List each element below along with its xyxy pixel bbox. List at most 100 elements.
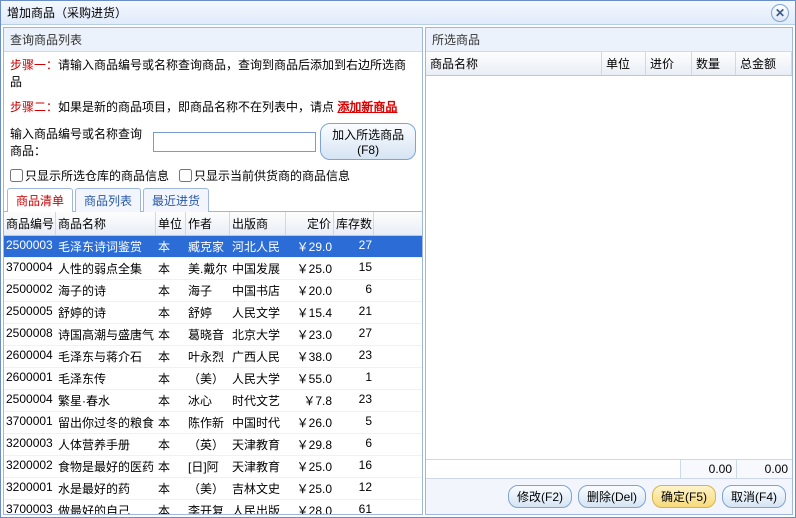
- tab-recent-purchase[interactable]: 最近进货: [143, 188, 209, 212]
- cell-publisher: 人民文学: [230, 302, 286, 323]
- cell-code: 2500002: [4, 280, 56, 301]
- search-input[interactable]: [153, 132, 316, 152]
- cell-code: 3200003: [4, 434, 56, 455]
- cell-stock: 16: [334, 456, 374, 477]
- cell-unit: 本: [156, 434, 186, 455]
- confirm-button[interactable]: 确定(F5): [652, 485, 716, 508]
- step2-label: 步骤二：: [10, 100, 58, 114]
- cell-code: 3700001: [4, 412, 56, 433]
- rcol-qty[interactable]: 数量: [692, 52, 736, 75]
- cell-publisher: 人民出版: [230, 500, 286, 514]
- close-icon: ✕: [775, 6, 785, 20]
- cell-name: 舒婷的诗: [56, 302, 156, 323]
- table-row[interactable]: 2600004毛泽东与蒋介石本叶永烈广西人民￥38.023: [4, 346, 422, 368]
- table-row[interactable]: 2500005舒婷的诗本舒婷人民文学￥15.421: [4, 302, 422, 324]
- cell-author: （英）: [186, 434, 230, 455]
- cell-name: 毛泽东与蒋介石: [56, 346, 156, 367]
- col-stock[interactable]: 库存数: [334, 212, 374, 235]
- table-row[interactable]: 3200002食物是最好的医药本[日]阿天津教育￥25.016: [4, 456, 422, 478]
- cell-stock: 21: [334, 302, 374, 323]
- right-grid-header: 商品名称 单位 进价 数量 总金额: [426, 52, 792, 76]
- cell-author: 冰心: [186, 390, 230, 411]
- search-label: 输入商品编号或名称查询商品：: [10, 125, 149, 159]
- cell-code: 3200001: [4, 478, 56, 499]
- rcol-total[interactable]: 总金额: [736, 52, 792, 75]
- cell-unit: 本: [156, 324, 186, 345]
- cell-publisher: 中国书店: [230, 280, 286, 301]
- cell-code: 2500003: [4, 236, 56, 257]
- col-author[interactable]: 作者: [186, 212, 230, 235]
- tabs: 商品清单 商品列表 最近进货: [4, 187, 422, 212]
- table-row[interactable]: 3200003人体营养手册本（英）天津教育￥29.86: [4, 434, 422, 456]
- cell-unit: 本: [156, 500, 186, 514]
- tab-product-list[interactable]: 商品清单: [7, 188, 73, 212]
- delete-button[interactable]: 删除(Del): [578, 485, 646, 508]
- grid-body[interactable]: 2500003毛泽东诗词鉴赏本臧克家河北人民￥29.0273700004人性的弱…: [4, 236, 422, 514]
- col-name[interactable]: 商品名称: [56, 212, 156, 235]
- cell-name: 毛泽东诗词鉴赏: [56, 236, 156, 257]
- cell-author: 美.戴尔: [186, 258, 230, 279]
- check-supplier-box[interactable]: [179, 169, 192, 182]
- cell-price: ￥26.0: [286, 412, 334, 433]
- step2-text: 如果是新的商品项目，即商品名称不在列表中，请点: [58, 100, 334, 114]
- col-price[interactable]: 定价: [286, 212, 334, 235]
- table-row[interactable]: 2500008诗国高潮与盛唐气本葛晓音北京大学￥23.027: [4, 324, 422, 346]
- cell-price: ￥28.0: [286, 500, 334, 514]
- cell-publisher: 河北人民: [230, 236, 286, 257]
- col-code[interactable]: 商品编号: [4, 212, 56, 235]
- table-row[interactable]: 2500004繁星·春水本冰心时代文艺￥7.823: [4, 390, 422, 412]
- cell-unit: 本: [156, 346, 186, 367]
- table-row[interactable]: 2500002海子的诗本海子中国书店￥20.06: [4, 280, 422, 302]
- cell-unit: 本: [156, 478, 186, 499]
- cell-stock: 5: [334, 412, 374, 433]
- cell-stock: 61: [334, 500, 374, 514]
- check-supplier[interactable]: 只显示当前供货商的商品信息: [179, 167, 350, 184]
- cell-code: 2500005: [4, 302, 56, 323]
- col-publisher[interactable]: 出版商: [230, 212, 286, 235]
- cell-author: 海子: [186, 280, 230, 301]
- totals-row: 0.00 0.00: [426, 459, 792, 478]
- cell-price: ￥25.0: [286, 478, 334, 499]
- add-new-product-link[interactable]: 添加新商品: [337, 100, 397, 114]
- cell-name: 毛泽东传: [56, 368, 156, 389]
- cell-publisher: 天津教育: [230, 434, 286, 455]
- cell-price: ￥15.4: [286, 302, 334, 323]
- col-unit[interactable]: 单位: [156, 212, 186, 235]
- cell-publisher: 天津教育: [230, 456, 286, 477]
- close-button[interactable]: ✕: [771, 4, 789, 22]
- cell-author: [日]阿: [186, 456, 230, 477]
- modify-button[interactable]: 修改(F2): [508, 485, 572, 508]
- cell-stock: 23: [334, 346, 374, 367]
- check-warehouse-box[interactable]: [10, 169, 23, 182]
- cell-unit: 本: [156, 258, 186, 279]
- step2: 步骤二：如果是新的商品项目，即商品名称不在列表中，请点 添加新商品: [4, 94, 422, 119]
- cell-unit: 本: [156, 280, 186, 301]
- rcol-price[interactable]: 进价: [646, 52, 692, 75]
- add-selected-button[interactable]: 加入所选商品(F8): [320, 123, 416, 160]
- cell-unit: 本: [156, 368, 186, 389]
- total-qty: 0.00: [680, 460, 736, 478]
- check-warehouse[interactable]: 只显示所选仓库的商品信息: [10, 167, 169, 184]
- cell-author: （美）: [186, 478, 230, 499]
- table-row[interactable]: 3700004人性的弱点全集本美.戴尔中国发展￥25.015: [4, 258, 422, 280]
- step1: 步骤一：请输入商品编号或名称查询商品，查询到商品后添加到右边所选商品: [4, 52, 422, 94]
- table-row[interactable]: 2600001毛泽东传本（美）人民大学￥55.01: [4, 368, 422, 390]
- cell-publisher: 北京大学: [230, 324, 286, 345]
- table-row[interactable]: 3700001留出你过冬的粮食本陈作新中国时代￥26.05: [4, 412, 422, 434]
- table-row[interactable]: 3200001水是最好的药本（美）吉林文史￥25.012: [4, 478, 422, 500]
- cell-code: 2600001: [4, 368, 56, 389]
- cancel-button[interactable]: 取消(F4): [722, 485, 786, 508]
- dialog-window: 增加商品（采购进货） ✕ 查询商品列表 步骤一：请输入商品编号或名称查询商品，查…: [0, 0, 796, 518]
- table-row[interactable]: 3700003做最好的自己本李开复人民出版￥28.061: [4, 500, 422, 514]
- cell-unit: 本: [156, 302, 186, 323]
- cell-publisher: 人民大学: [230, 368, 286, 389]
- rcol-name[interactable]: 商品名称: [426, 52, 602, 75]
- cell-author: 李开复: [186, 500, 230, 514]
- cell-price: ￥25.0: [286, 456, 334, 477]
- cell-stock: 1: [334, 368, 374, 389]
- tab-product-table[interactable]: 商品列表: [75, 188, 141, 212]
- rcol-unit[interactable]: 单位: [602, 52, 646, 75]
- cell-unit: 本: [156, 390, 186, 411]
- grid-header: 商品编号 商品名称 单位 作者 出版商 定价 库存数: [4, 212, 422, 236]
- table-row[interactable]: 2500003毛泽东诗词鉴赏本臧克家河北人民￥29.027: [4, 236, 422, 258]
